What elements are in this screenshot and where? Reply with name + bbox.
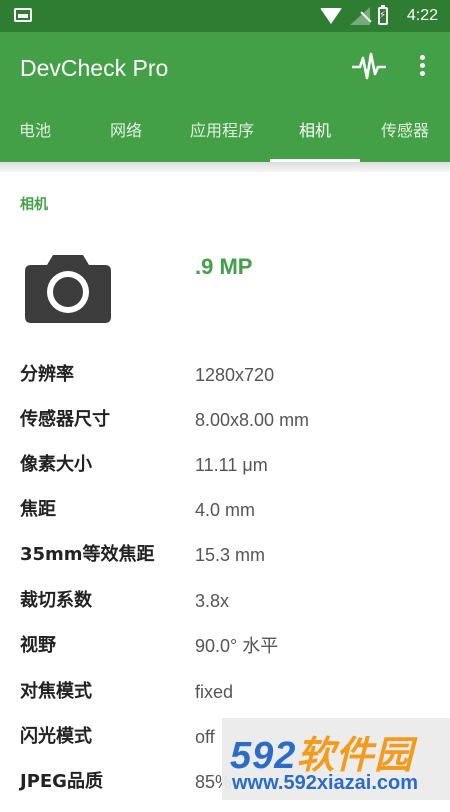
tab-network[interactable]: 网络 bbox=[88, 104, 164, 162]
row-label: 焦距 bbox=[20, 499, 56, 520]
info-row-focal-length: 焦距 4.0 mm bbox=[0, 495, 450, 540]
pulse-icon[interactable] bbox=[352, 52, 386, 82]
row-label: 像素大小 bbox=[20, 454, 92, 475]
info-row-field-of-view: 视野 90.0° 水平 bbox=[0, 631, 450, 676]
watermark: 592软件园 www.592xiazai.com bbox=[222, 718, 450, 800]
row-label: 传感器尺寸 bbox=[20, 409, 110, 430]
row-value: 90.0° 水平 bbox=[195, 636, 279, 656]
row-label: 视野 bbox=[20, 635, 56, 656]
row-value: 15.3 mm bbox=[195, 545, 266, 565]
tab-label: 传感器 bbox=[380, 121, 429, 140]
status-icons bbox=[320, 5, 388, 26]
status-bar: 4:22 bbox=[0, 0, 450, 32]
info-row-35mm-equiv: 35mm等效焦距 15.3 mm bbox=[0, 540, 450, 585]
info-row-focus-mode: 对焦模式 fixed bbox=[0, 677, 450, 722]
tab-label: 相机 bbox=[298, 121, 331, 140]
watermark-logo: 592软件园 bbox=[230, 724, 413, 779]
watermark-url: www.592xiazai.com bbox=[232, 772, 419, 794]
app-title: DevCheck Pro bbox=[20, 55, 169, 81]
battery-charging-icon bbox=[378, 5, 388, 25]
signal-icon bbox=[350, 7, 370, 25]
tab-shadow bbox=[0, 162, 450, 172]
tab-label: 电池 bbox=[18, 121, 51, 140]
more-vert-icon[interactable] bbox=[412, 52, 432, 84]
row-label: 对焦模式 bbox=[20, 681, 92, 702]
app-bar: DevCheck Pro bbox=[0, 32, 450, 104]
row-label: 分辨率 bbox=[20, 364, 74, 385]
row-value: off bbox=[195, 727, 215, 747]
row-label: JPEG品质 bbox=[20, 771, 103, 792]
row-value: 4.0 mm bbox=[195, 500, 256, 520]
tab-bar: 电池 网络 应用程序 相机 传感器 bbox=[0, 104, 450, 162]
watermark-name: 软件园 bbox=[296, 735, 414, 777]
row-value: fixed bbox=[195, 682, 234, 702]
tab-sensors[interactable]: 传感器 bbox=[368, 104, 442, 162]
info-row-pixel-size: 像素大小 11.11 μm bbox=[0, 450, 450, 495]
row-value: 11.11 μm bbox=[195, 455, 268, 475]
camera-icon bbox=[25, 255, 111, 323]
row-value: 8.00x8.00 mm bbox=[195, 410, 310, 430]
tab-apps[interactable]: 应用程序 bbox=[176, 104, 268, 162]
megapixels-value: .9 MP bbox=[195, 254, 253, 279]
row-label: 35mm等效焦距 bbox=[20, 544, 155, 565]
info-row-sensor-size: 传感器尺寸 8.00x8.00 mm bbox=[0, 405, 450, 450]
tab-camera[interactable]: 相机 bbox=[270, 104, 360, 162]
notification-icon bbox=[14, 8, 32, 22]
watermark-number: 592 bbox=[230, 735, 297, 777]
status-time: 4:22 bbox=[406, 7, 438, 24]
row-value: 3.8x bbox=[195, 591, 230, 611]
row-label: 裁切系数 bbox=[20, 590, 92, 611]
row-label: 闪光模式 bbox=[20, 726, 92, 747]
tab-battery[interactable]: 电池 bbox=[0, 104, 70, 162]
wifi-icon bbox=[320, 8, 342, 24]
info-row-resolution: 分辨率 1280x720 bbox=[0, 360, 450, 405]
tab-label: 网络 bbox=[109, 121, 142, 140]
tab-label: 应用程序 bbox=[189, 121, 254, 140]
row-value: 1280x720 bbox=[195, 365, 275, 385]
section-title: 相机 bbox=[20, 197, 48, 213]
info-row-crop-factor: 裁切系数 3.8x bbox=[0, 586, 450, 631]
